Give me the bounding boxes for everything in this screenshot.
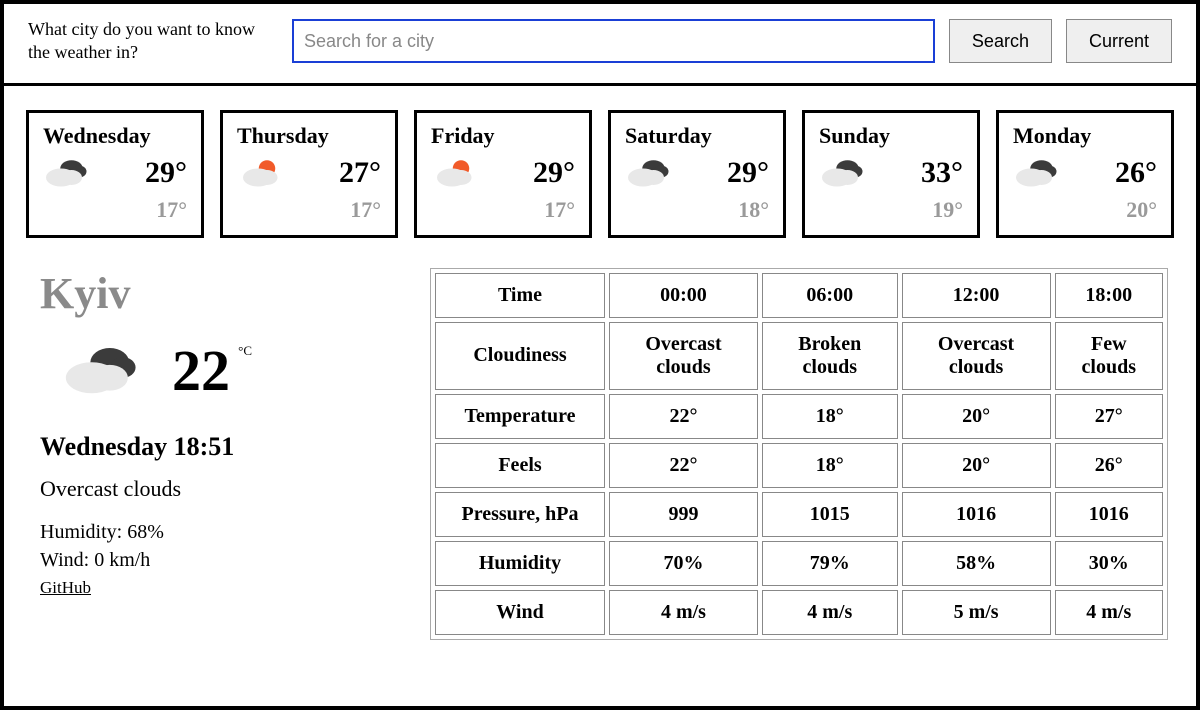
forecast-weather-icon [237, 155, 285, 191]
table-cell: 00:00 [609, 273, 758, 318]
main-area: Kyiv 22°C Wednesday 18:51 Overcast cloud… [4, 248, 1196, 650]
forecast-weather-icon [625, 155, 673, 191]
forecast-card[interactable]: Thursday 27° 17° [220, 110, 398, 238]
forecast-low: 20° [1013, 197, 1157, 223]
forecast-day: Thursday [237, 123, 381, 149]
table-cell: 18:00 [1055, 273, 1163, 318]
table-cell: 20° [902, 394, 1051, 439]
forecast-day: Saturday [625, 123, 769, 149]
table-row: CloudinessOvercast cloudsBroken cloudsOv… [435, 322, 1163, 390]
table-cell: 20° [902, 443, 1051, 488]
table-row: Feels22°18°20°26° [435, 443, 1163, 488]
current-condition: Overcast clouds [40, 476, 400, 502]
city-search-input[interactable] [292, 19, 935, 63]
row-label: Humidity [435, 541, 605, 586]
table-cell: 12:00 [902, 273, 1051, 318]
forecast-day: Friday [431, 123, 575, 149]
forecast-low: 19° [819, 197, 963, 223]
forecast-low: 18° [625, 197, 769, 223]
table-cell: Broken clouds [762, 322, 898, 390]
forecast-weather-icon [43, 155, 91, 191]
table-cell: 58% [902, 541, 1051, 586]
row-label: Wind [435, 590, 605, 635]
forecast-high: 26° [1115, 156, 1157, 190]
current-location-button[interactable]: Current [1066, 19, 1172, 63]
row-label: Feels [435, 443, 605, 488]
search-bar: What city do you want to know the weathe… [4, 4, 1196, 86]
forecast-low: 17° [237, 197, 381, 223]
table-row: Wind4 m/s4 m/s5 m/s4 m/s [435, 590, 1163, 635]
current-humidity: Humidity: 68% [40, 518, 400, 546]
current-weather-icon [60, 339, 144, 401]
table-row: Time00:0006:0012:0018:00 [435, 273, 1163, 318]
table-row: Temperature22°18°20°27° [435, 394, 1163, 439]
forecast-card[interactable]: Saturday 29° 18° [608, 110, 786, 238]
forecast-low: 17° [431, 197, 575, 223]
table-cell: Overcast clouds [902, 322, 1051, 390]
table-cell: 18° [762, 394, 898, 439]
forecast-day: Monday [1013, 123, 1157, 149]
table-cell: 4 m/s [762, 590, 898, 635]
forecast-low: 17° [43, 197, 187, 223]
table-cell: Overcast clouds [609, 322, 758, 390]
current-wind: Wind: 0 km/h [40, 546, 400, 574]
row-label: Time [435, 273, 605, 318]
forecast-card[interactable]: Sunday 33° 19° [802, 110, 980, 238]
city-name: Kyiv [40, 268, 400, 319]
table-row: Humidity70%79%58%30% [435, 541, 1163, 586]
current-temperature: 22°C [172, 337, 230, 404]
table-cell: 22° [609, 443, 758, 488]
table-cell: 27° [1055, 394, 1163, 439]
forecast-weather-icon [819, 155, 867, 191]
forecast-weather-icon [431, 155, 479, 191]
search-prompt: What city do you want to know the weathe… [28, 18, 278, 65]
forecast-card[interactable]: Friday 29° 17° [414, 110, 592, 238]
search-button[interactable]: Search [949, 19, 1052, 63]
row-label: Cloudiness [435, 322, 605, 390]
table-cell: 70% [609, 541, 758, 586]
table-cell: 22° [609, 394, 758, 439]
table-cell: 1016 [1055, 492, 1163, 537]
table-row: Pressure, hPa999101510161016 [435, 492, 1163, 537]
forecast-weather-icon [1013, 155, 1061, 191]
table-cell: 999 [609, 492, 758, 537]
forecast-row: Wednesday 29° 17° Thursday 27° 17° Frida… [4, 86, 1196, 248]
forecast-high: 29° [145, 156, 187, 190]
table-cell: 79% [762, 541, 898, 586]
table-cell: Few clouds [1055, 322, 1163, 390]
forecast-day: Sunday [819, 123, 963, 149]
forecast-day: Wednesday [43, 123, 187, 149]
table-cell: 18° [762, 443, 898, 488]
forecast-high: 29° [533, 156, 575, 190]
table-cell: 4 m/s [1055, 590, 1163, 635]
table-cell: 4 m/s [609, 590, 758, 635]
forecast-high: 33° [921, 156, 963, 190]
current-weather-panel: Kyiv 22°C Wednesday 18:51 Overcast cloud… [40, 268, 400, 640]
row-label: Pressure, hPa [435, 492, 605, 537]
hourly-table: Time00:0006:0012:0018:00CloudinessOverca… [430, 268, 1168, 640]
table-cell: 5 m/s [902, 590, 1051, 635]
table-cell: 1015 [762, 492, 898, 537]
forecast-card[interactable]: Wednesday 29° 17° [26, 110, 204, 238]
forecast-high: 27° [339, 156, 381, 190]
table-cell: 30% [1055, 541, 1163, 586]
table-cell: 1016 [902, 492, 1051, 537]
current-datetime: Wednesday 18:51 [40, 432, 400, 462]
forecast-card[interactable]: Monday 26° 20° [996, 110, 1174, 238]
table-cell: 06:00 [762, 273, 898, 318]
row-label: Temperature [435, 394, 605, 439]
forecast-high: 29° [727, 156, 769, 190]
table-cell: 26° [1055, 443, 1163, 488]
github-link[interactable]: GitHub [40, 578, 91, 598]
